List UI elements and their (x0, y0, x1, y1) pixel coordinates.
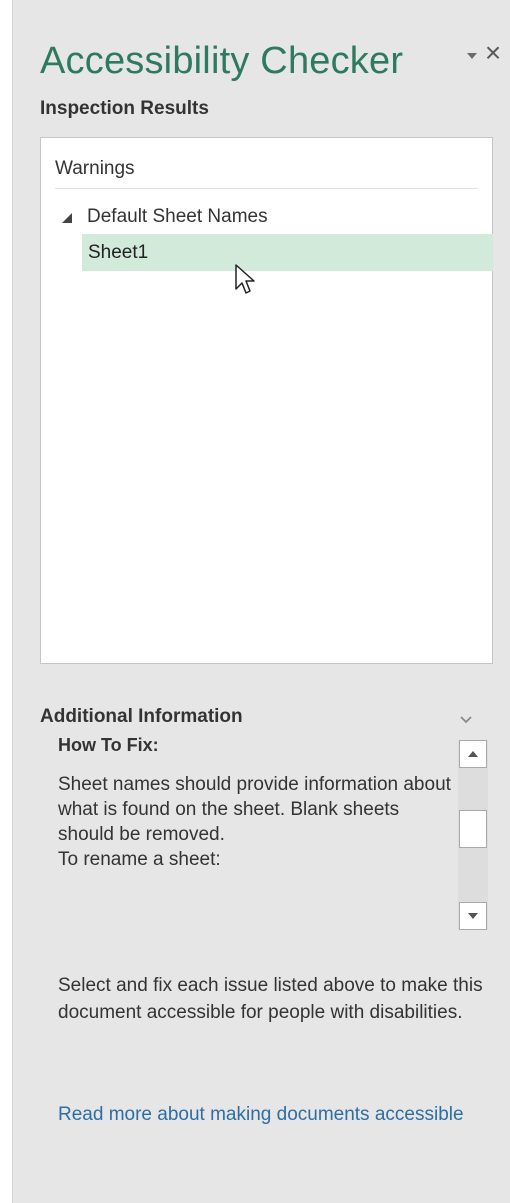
how-to-fix-paragraph: To rename a sheet: (58, 849, 221, 870)
accessibility-checker-pane: Accessibility Checker × Inspection Resul… (12, 0, 510, 1203)
read-more-link[interactable]: Read more about making documents accessi… (58, 1101, 478, 1129)
arrow-down-icon (468, 913, 478, 919)
scroll-down-button[interactable] (459, 902, 487, 930)
arrow-up-icon (468, 751, 478, 757)
how-to-fix-heading: How To Fix: (58, 735, 159, 755)
close-icon[interactable]: × (481, 38, 505, 68)
tree-group-default-sheet-names[interactable]: Default Sheet Names (87, 206, 268, 228)
additional-information-heading: Additional Information (40, 706, 243, 727)
tree-item-label: Sheet1 (88, 242, 149, 263)
how-to-fix-paragraph: Sheet names should provide information a… (58, 774, 451, 845)
mouse-pointer-icon (234, 263, 258, 299)
scroll-thumb[interactable] (459, 810, 487, 848)
inspection-results-heading: Inspection Results (40, 98, 209, 119)
pane-title: Accessibility Checker (40, 40, 404, 82)
instructions-text: Select and fix each issue listed above t… (58, 975, 483, 1023)
expand-triangle-icon[interactable] (61, 211, 73, 223)
inspection-results-list[interactable]: Warnings Default Sheet Names Sheet1 (40, 137, 493, 664)
warnings-category-label: Warnings (55, 158, 135, 179)
chevron-down-icon[interactable] (459, 712, 473, 724)
scrollbar[interactable] (458, 740, 488, 930)
scroll-up-button[interactable] (459, 740, 487, 768)
how-to-fix-text: Sheet names should provide information a… (58, 772, 458, 872)
warnings-divider (55, 188, 478, 189)
tree-item-sheet1[interactable]: Sheet1 (82, 234, 493, 271)
dropdown-triangle-icon[interactable] (465, 49, 479, 63)
